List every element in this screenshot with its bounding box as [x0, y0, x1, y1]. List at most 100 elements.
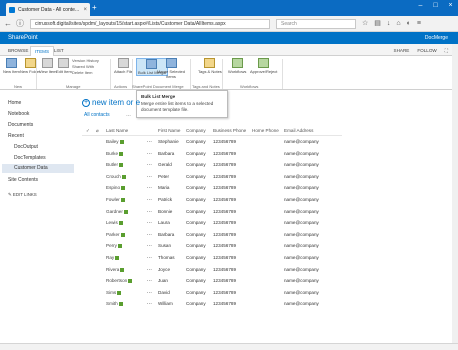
row-email[interactable]: name@company	[284, 139, 319, 145]
view-more-icon[interactable]: …	[126, 112, 131, 118]
row-last-name[interactable]: Lewis	[106, 220, 123, 226]
row-email[interactable]: name@company	[284, 232, 319, 238]
share-button[interactable]: SHARE	[394, 46, 410, 56]
close-tab-icon[interactable]: ×	[83, 7, 87, 13]
delete-item-button[interactable]: Delete Item	[72, 70, 99, 75]
row-email[interactable]: name@company	[284, 174, 319, 180]
sharepoint-title[interactable]: SharePoint	[8, 34, 38, 42]
column-first-name[interactable]: First Name	[158, 128, 180, 133]
row-email[interactable]: name@company	[284, 290, 319, 296]
row-menu-ellipsis-icon[interactable]: ···	[147, 278, 152, 284]
column-business-phone[interactable]: Business Phone	[213, 128, 246, 133]
row-menu-ellipsis-icon[interactable]: ···	[147, 197, 152, 203]
row-email[interactable]: name@company	[284, 301, 319, 307]
row-email[interactable]: name@company	[284, 243, 319, 249]
nav-site-contents[interactable]: Site Contents	[8, 177, 38, 183]
edit-item-button[interactable]: Edit Item	[56, 58, 72, 74]
view-selector[interactable]: All contacts	[84, 112, 110, 118]
pocket-icon[interactable]: ◐	[407, 19, 411, 29]
row-last-name[interactable]: Rivera	[106, 267, 125, 273]
close-window-icon[interactable]: ×	[443, 0, 458, 12]
row-email[interactable]: name@company	[284, 267, 319, 273]
nav-documents[interactable]: Documents	[8, 122, 33, 128]
row-last-name[interactable]: Burke	[106, 151, 124, 157]
row-last-name[interactable]: Butler	[106, 162, 124, 168]
approve-reject-button[interactable]: Approve/Reject	[250, 58, 277, 74]
row-menu-ellipsis-icon[interactable]: ···	[147, 151, 152, 157]
row-last-name-text: Parker	[106, 232, 120, 237]
follow-button[interactable]: FOLLOW	[417, 46, 436, 56]
select-all-checkmark-icon[interactable]: ✓	[86, 128, 90, 134]
row-menu-ellipsis-icon[interactable]: ···	[147, 290, 152, 296]
row-email[interactable]: name@company	[284, 278, 319, 284]
edit-links[interactable]: ✎ EDIT LINKS	[8, 192, 37, 198]
row-last-name[interactable]: Sims	[106, 290, 122, 296]
row-menu-ellipsis-icon[interactable]: ···	[147, 232, 152, 238]
nav-notebook[interactable]: Notebook	[8, 111, 29, 117]
page-scrollbar[interactable]	[452, 44, 458, 343]
new-item-button[interactable]: New Item	[3, 58, 20, 74]
row-last-name[interactable]: Gardner	[106, 209, 128, 215]
row-last-name[interactable]: Perry	[106, 243, 122, 249]
row-last-name[interactable]: Espino	[106, 185, 126, 191]
back-icon[interactable]: ←	[4, 19, 12, 29]
row-last-name[interactable]: Crouch	[106, 174, 126, 180]
row-menu-ellipsis-icon[interactable]: ···	[147, 267, 152, 273]
row-email[interactable]: name@company	[284, 151, 319, 157]
menu-icon[interactable]: ≡	[417, 19, 421, 29]
focus-icon[interactable]: ⛶	[445, 46, 448, 56]
column-company[interactable]: Company	[186, 128, 206, 133]
row-menu-ellipsis-icon[interactable]: ···	[147, 174, 152, 180]
tags-notes-button[interactable]: Tags & Notes	[198, 58, 222, 74]
nav-home[interactable]: Home	[8, 100, 21, 106]
column-email[interactable]: Email Address	[284, 128, 313, 133]
reading-list-icon[interactable]: ▤	[374, 19, 381, 29]
user-menu[interactable]: DocMerge	[425, 34, 448, 42]
new-tab-button[interactable]: +	[92, 4, 97, 12]
row-last-name[interactable]: Robertson	[106, 278, 133, 284]
column-last-name[interactable]: Last Name	[106, 128, 128, 133]
view-item-button[interactable]: View Item	[39, 58, 57, 74]
row-menu-ellipsis-icon[interactable]: ···	[147, 220, 152, 226]
attach-file-button[interactable]: Attach File	[114, 58, 133, 74]
minimize-icon[interactable]: –	[413, 0, 428, 12]
browser-tab[interactable]: Customer Data - All conte... ×	[6, 3, 90, 16]
new-folder-button[interactable]: New Folder	[20, 58, 40, 74]
browser-search-input[interactable]: Search	[276, 19, 356, 29]
row-menu-ellipsis-icon[interactable]: ···	[147, 209, 152, 215]
row-email[interactable]: name@company	[284, 162, 319, 168]
column-home-phone[interactable]: Home Phone	[252, 128, 279, 133]
row-last-name[interactable]: Bailey	[106, 139, 124, 145]
workflows-button[interactable]: Workflows	[228, 58, 246, 74]
nav-docoutput[interactable]: DocOutput	[14, 144, 38, 150]
maximize-icon[interactable]: □	[428, 0, 443, 12]
new-item-link[interactable]: + new item or e	[82, 98, 140, 108]
row-email[interactable]: name@company	[284, 220, 319, 226]
download-icon[interactable]: ↓	[387, 19, 391, 29]
row-menu-ellipsis-icon[interactable]: ···	[147, 139, 152, 145]
merge-selected-button[interactable]: Merge Selected Items	[156, 58, 186, 79]
row-last-name[interactable]: Smith	[106, 301, 123, 307]
nav-customer-data[interactable]: Customer Data	[2, 164, 74, 173]
row-email[interactable]: name@company	[284, 255, 319, 261]
home-icon[interactable]: ⌂	[396, 19, 400, 29]
nav-doctemplates[interactable]: DocTemplates	[14, 155, 46, 161]
version-history-button[interactable]: Version History	[72, 58, 99, 63]
row-menu-ellipsis-icon[interactable]: ···	[147, 255, 152, 261]
tab-browse[interactable]: BROWSE	[4, 46, 32, 56]
row-last-name[interactable]: Parker	[106, 232, 125, 238]
star-icon[interactable]: ☆	[362, 19, 368, 29]
row-menu-ellipsis-icon[interactable]: ···	[147, 162, 152, 168]
row-last-name[interactable]: Fowler	[106, 197, 125, 203]
tab-list[interactable]: LIST	[50, 46, 68, 56]
row-email[interactable]: name@company	[284, 209, 319, 215]
shared-with-button[interactable]: Shared With	[72, 64, 99, 69]
row-menu-ellipsis-icon[interactable]: ···	[147, 243, 152, 249]
row-email[interactable]: name@company	[284, 185, 319, 191]
row-last-name[interactable]: Ray	[106, 255, 120, 261]
row-menu-ellipsis-icon[interactable]: ···	[147, 185, 152, 191]
row-menu-ellipsis-icon[interactable]: ···	[147, 301, 152, 307]
address-bar[interactable]: cirrussoft.digital/sites/spdm/_layouts/1…	[30, 19, 270, 29]
info-icon[interactable]: ⓘ	[16, 19, 24, 29]
row-email[interactable]: name@company	[284, 197, 319, 203]
